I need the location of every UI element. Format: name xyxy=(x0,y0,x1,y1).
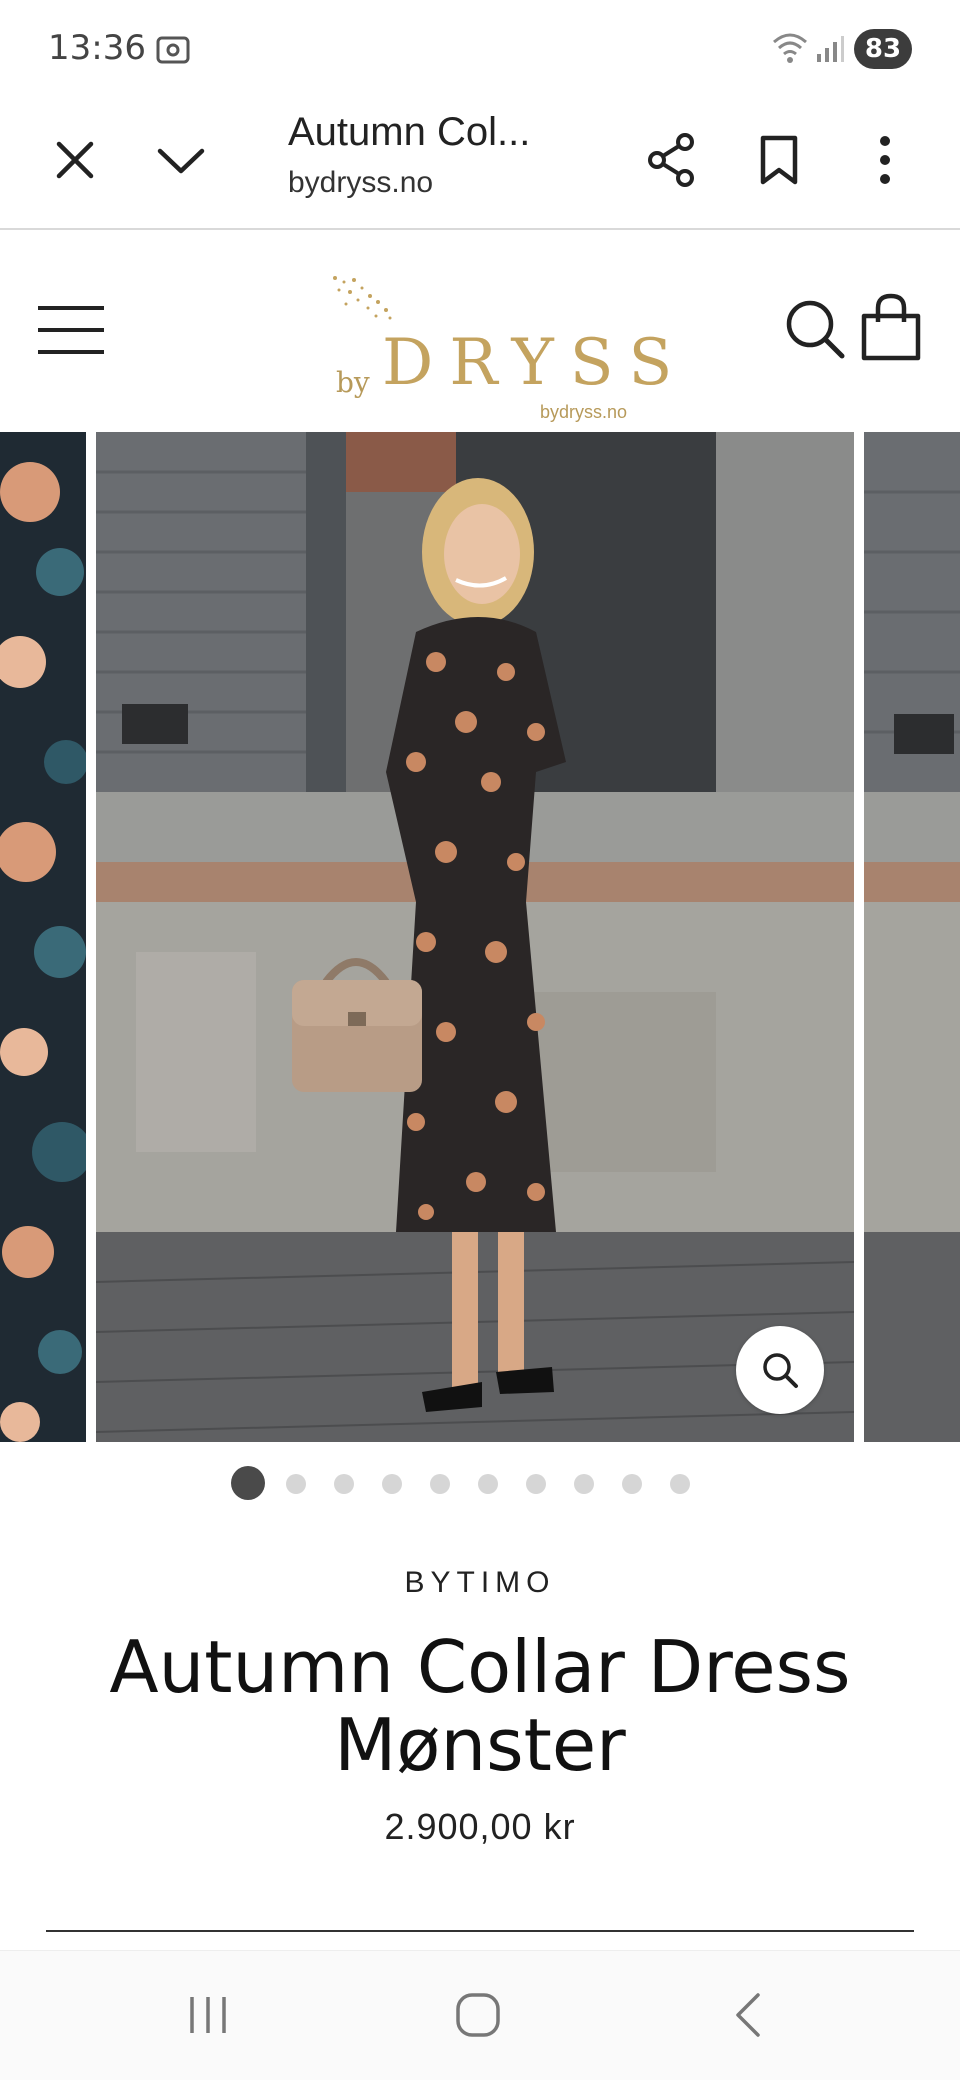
product-brand[interactable]: BYTIMO xyxy=(0,1566,960,1600)
gallery-pagination xyxy=(0,1466,960,1500)
logo-name: DRYSS xyxy=(382,326,689,400)
product-price: 2.900,00 kr xyxy=(384,1806,576,1847)
battery-indicator: 83 xyxy=(854,29,912,69)
gallery-dot[interactable] xyxy=(526,1474,546,1494)
logo-prefix: by xyxy=(336,366,370,399)
zoom-button[interactable] xyxy=(736,1326,824,1414)
gallery-dot[interactable] xyxy=(231,1466,265,1500)
gallery-dot[interactable] xyxy=(478,1474,498,1494)
logo-url: bydryss.no xyxy=(540,402,628,422)
share-icon xyxy=(648,133,694,187)
shopping-bag-icon xyxy=(861,293,921,361)
gallery-dot[interactable] xyxy=(430,1474,450,1494)
home-icon xyxy=(456,1993,500,2037)
home-button[interactable] xyxy=(448,1985,508,2045)
wifi-icon xyxy=(773,33,807,63)
divider xyxy=(46,1930,914,1932)
page-url[interactable]: bydryss.no xyxy=(288,166,433,200)
status-bar: 13:36 83 xyxy=(0,0,960,100)
chevron-down-icon xyxy=(157,148,205,174)
recent-apps-button[interactable] xyxy=(178,1985,238,2045)
close-tab-button[interactable] xyxy=(40,125,110,195)
menu-icon xyxy=(38,306,104,310)
product-gallery[interactable] xyxy=(0,432,960,1442)
more-vertical-icon xyxy=(880,136,890,184)
next-image-preview[interactable] xyxy=(864,432,960,1442)
gallery-dot[interactable] xyxy=(574,1474,594,1494)
page-title: Autumn Col... xyxy=(288,110,531,154)
gallery-dot[interactable] xyxy=(334,1474,354,1494)
product-image[interactable] xyxy=(96,432,854,1442)
back-icon xyxy=(736,1993,760,2037)
recent-apps-icon xyxy=(190,1997,226,2033)
close-icon xyxy=(56,141,94,179)
back-button[interactable] xyxy=(718,1985,778,2045)
status-time: 13:36 xyxy=(48,28,146,68)
more-options-button[interactable] xyxy=(850,125,920,195)
gallery-dot[interactable] xyxy=(670,1474,690,1494)
gallery-dot[interactable] xyxy=(286,1474,306,1494)
system-navigation-bar xyxy=(0,1950,960,2080)
product-title: Autumn Collar Dress Mønster xyxy=(109,1625,851,1787)
previous-image-preview[interactable] xyxy=(0,432,86,1442)
zoom-icon xyxy=(763,1353,798,1388)
cart-button[interactable] xyxy=(860,292,922,362)
gallery-dot[interactable] xyxy=(382,1474,402,1494)
signal-icon xyxy=(817,36,844,62)
gallery-dot[interactable] xyxy=(622,1474,642,1494)
share-button[interactable] xyxy=(636,125,706,195)
search-icon xyxy=(786,300,845,359)
bookmark-button[interactable] xyxy=(744,125,814,195)
minimize-button[interactable] xyxy=(146,125,216,195)
bookmark-icon xyxy=(760,135,798,185)
screenshot-icon xyxy=(156,36,190,64)
site-header: by DRYSS bydryss.no xyxy=(0,232,960,432)
menu-button[interactable] xyxy=(38,304,106,356)
site-logo[interactable]: by DRYSS bydryss.no xyxy=(330,274,672,422)
browser-toolbar: Autumn Col... bydryss.no xyxy=(0,100,960,230)
logo-sparkle xyxy=(333,276,392,320)
search-button[interactable] xyxy=(784,298,846,360)
